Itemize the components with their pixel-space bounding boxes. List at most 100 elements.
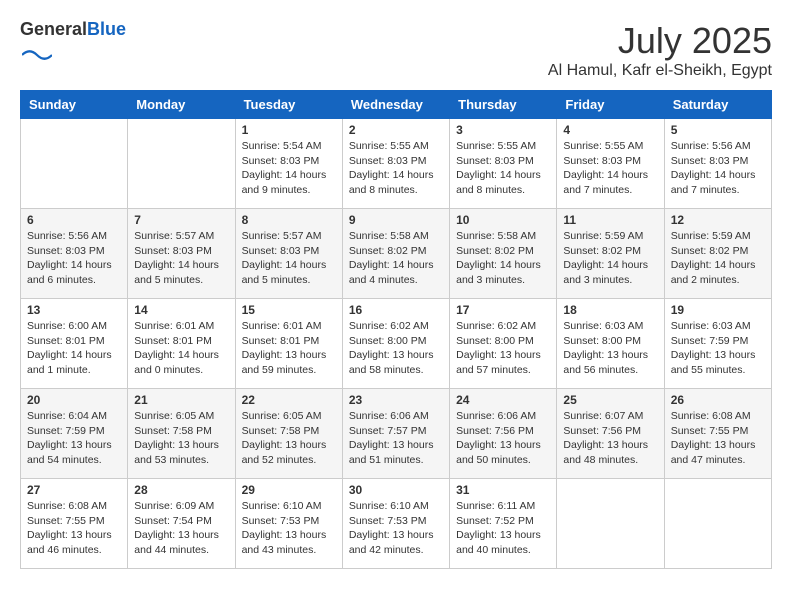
- day-number: 21: [134, 393, 228, 407]
- calendar-cell: 17 Sunrise: 6:02 AM Sunset: 8:00 PM Dayl…: [450, 299, 557, 389]
- day-number: 8: [242, 213, 336, 227]
- calendar-cell: 2 Sunrise: 5:55 AM Sunset: 8:03 PM Dayli…: [342, 119, 449, 209]
- day-number: 28: [134, 483, 228, 497]
- calendar-cell: 1 Sunrise: 5:54 AM Sunset: 8:03 PM Dayli…: [235, 119, 342, 209]
- day-info: Sunrise: 6:05 AM Sunset: 7:58 PM Dayligh…: [134, 409, 228, 468]
- day-number: 25: [563, 393, 657, 407]
- col-tuesday: Tuesday: [235, 91, 342, 119]
- calendar-cell: 8 Sunrise: 5:57 AM Sunset: 8:03 PM Dayli…: [235, 209, 342, 299]
- col-thursday: Thursday: [450, 91, 557, 119]
- day-info: Sunrise: 6:02 AM Sunset: 8:00 PM Dayligh…: [349, 319, 443, 378]
- day-number: 24: [456, 393, 550, 407]
- day-info: Sunrise: 6:10 AM Sunset: 7:53 PM Dayligh…: [349, 499, 443, 558]
- day-info: Sunrise: 5:56 AM Sunset: 8:03 PM Dayligh…: [27, 229, 121, 288]
- day-info: Sunrise: 5:59 AM Sunset: 8:02 PM Dayligh…: [671, 229, 765, 288]
- day-number: 22: [242, 393, 336, 407]
- day-info: Sunrise: 5:55 AM Sunset: 8:03 PM Dayligh…: [349, 139, 443, 198]
- calendar-body: 1 Sunrise: 5:54 AM Sunset: 8:03 PM Dayli…: [21, 119, 772, 569]
- day-number: 9: [349, 213, 443, 227]
- calendar-cell: 3 Sunrise: 5:55 AM Sunset: 8:03 PM Dayli…: [450, 119, 557, 209]
- calendar-cell: 11 Sunrise: 5:59 AM Sunset: 8:02 PM Dayl…: [557, 209, 664, 299]
- calendar-cell: 24 Sunrise: 6:06 AM Sunset: 7:56 PM Dayl…: [450, 389, 557, 479]
- day-number: 29: [242, 483, 336, 497]
- col-sunday: Sunday: [21, 91, 128, 119]
- calendar-cell: [664, 479, 771, 569]
- calendar-cell: 12 Sunrise: 5:59 AM Sunset: 8:02 PM Dayl…: [664, 209, 771, 299]
- calendar-cell: 27 Sunrise: 6:08 AM Sunset: 7:55 PM Dayl…: [21, 479, 128, 569]
- day-info: Sunrise: 5:56 AM Sunset: 8:03 PM Dayligh…: [671, 139, 765, 198]
- calendar-cell: 28 Sunrise: 6:09 AM Sunset: 7:54 PM Dayl…: [128, 479, 235, 569]
- day-info: Sunrise: 6:10 AM Sunset: 7:53 PM Dayligh…: [242, 499, 336, 558]
- logo-general-text: General: [20, 19, 87, 39]
- day-number: 5: [671, 123, 765, 137]
- day-number: 31: [456, 483, 550, 497]
- day-info: Sunrise: 6:05 AM Sunset: 7:58 PM Dayligh…: [242, 409, 336, 468]
- title-block: July 2025 Al Hamul, Kafr el-Sheikh, Egyp…: [548, 20, 772, 80]
- day-number: 30: [349, 483, 443, 497]
- month-title: July 2025: [548, 20, 772, 62]
- day-number: 15: [242, 303, 336, 317]
- day-number: 1: [242, 123, 336, 137]
- calendar-cell: 16 Sunrise: 6:02 AM Sunset: 8:00 PM Dayl…: [342, 299, 449, 389]
- day-info: Sunrise: 5:59 AM Sunset: 8:02 PM Dayligh…: [563, 229, 657, 288]
- calendar-cell: 18 Sunrise: 6:03 AM Sunset: 8:00 PM Dayl…: [557, 299, 664, 389]
- calendar-cell: 25 Sunrise: 6:07 AM Sunset: 7:56 PM Dayl…: [557, 389, 664, 479]
- logo-blue-text: Blue: [87, 19, 126, 39]
- day-number: 19: [671, 303, 765, 317]
- day-number: 13: [27, 303, 121, 317]
- day-number: 11: [563, 213, 657, 227]
- page-header: GeneralBlue July 2025 Al Hamul, Kafr el-…: [20, 20, 772, 80]
- day-info: Sunrise: 6:00 AM Sunset: 8:01 PM Dayligh…: [27, 319, 121, 378]
- day-info: Sunrise: 6:08 AM Sunset: 7:55 PM Dayligh…: [671, 409, 765, 468]
- day-info: Sunrise: 5:54 AM Sunset: 8:03 PM Dayligh…: [242, 139, 336, 198]
- calendar-cell: 9 Sunrise: 5:58 AM Sunset: 8:02 PM Dayli…: [342, 209, 449, 299]
- day-number: 2: [349, 123, 443, 137]
- col-monday: Monday: [128, 91, 235, 119]
- day-number: 14: [134, 303, 228, 317]
- day-number: 16: [349, 303, 443, 317]
- calendar-cell: [557, 479, 664, 569]
- calendar-cell: 21 Sunrise: 6:05 AM Sunset: 7:58 PM Dayl…: [128, 389, 235, 479]
- day-info: Sunrise: 6:04 AM Sunset: 7:59 PM Dayligh…: [27, 409, 121, 468]
- day-info: Sunrise: 5:57 AM Sunset: 8:03 PM Dayligh…: [242, 229, 336, 288]
- day-number: 20: [27, 393, 121, 407]
- logo-icon: [22, 40, 52, 70]
- calendar-cell: 20 Sunrise: 6:04 AM Sunset: 7:59 PM Dayl…: [21, 389, 128, 479]
- day-number: 17: [456, 303, 550, 317]
- day-info: Sunrise: 6:02 AM Sunset: 8:00 PM Dayligh…: [456, 319, 550, 378]
- day-number: 3: [456, 123, 550, 137]
- calendar-cell: 4 Sunrise: 5:55 AM Sunset: 8:03 PM Dayli…: [557, 119, 664, 209]
- day-info: Sunrise: 6:08 AM Sunset: 7:55 PM Dayligh…: [27, 499, 121, 558]
- calendar-cell: [21, 119, 128, 209]
- calendar-table: Sunday Monday Tuesday Wednesday Thursday…: [20, 90, 772, 569]
- day-info: Sunrise: 6:01 AM Sunset: 8:01 PM Dayligh…: [242, 319, 336, 378]
- location-title: Al Hamul, Kafr el-Sheikh, Egypt: [548, 62, 772, 80]
- calendar-cell: 15 Sunrise: 6:01 AM Sunset: 8:01 PM Dayl…: [235, 299, 342, 389]
- calendar-cell: 26 Sunrise: 6:08 AM Sunset: 7:55 PM Dayl…: [664, 389, 771, 479]
- col-friday: Friday: [557, 91, 664, 119]
- day-number: 4: [563, 123, 657, 137]
- day-info: Sunrise: 5:57 AM Sunset: 8:03 PM Dayligh…: [134, 229, 228, 288]
- day-info: Sunrise: 6:09 AM Sunset: 7:54 PM Dayligh…: [134, 499, 228, 558]
- calendar-cell: 23 Sunrise: 6:06 AM Sunset: 7:57 PM Dayl…: [342, 389, 449, 479]
- day-number: 10: [456, 213, 550, 227]
- day-info: Sunrise: 6:07 AM Sunset: 7:56 PM Dayligh…: [563, 409, 657, 468]
- day-info: Sunrise: 6:11 AM Sunset: 7:52 PM Dayligh…: [456, 499, 550, 558]
- day-number: 18: [563, 303, 657, 317]
- day-info: Sunrise: 6:01 AM Sunset: 8:01 PM Dayligh…: [134, 319, 228, 378]
- day-info: Sunrise: 6:06 AM Sunset: 7:56 PM Dayligh…: [456, 409, 550, 468]
- day-info: Sunrise: 5:58 AM Sunset: 8:02 PM Dayligh…: [456, 229, 550, 288]
- day-number: 6: [27, 213, 121, 227]
- day-number: 23: [349, 393, 443, 407]
- col-wednesday: Wednesday: [342, 91, 449, 119]
- calendar-cell: 29 Sunrise: 6:10 AM Sunset: 7:53 PM Dayl…: [235, 479, 342, 569]
- calendar-header: Sunday Monday Tuesday Wednesday Thursday…: [21, 91, 772, 119]
- calendar-cell: 6 Sunrise: 5:56 AM Sunset: 8:03 PM Dayli…: [21, 209, 128, 299]
- day-info: Sunrise: 6:03 AM Sunset: 7:59 PM Dayligh…: [671, 319, 765, 378]
- day-info: Sunrise: 5:58 AM Sunset: 8:02 PM Dayligh…: [349, 229, 443, 288]
- calendar-cell: 13 Sunrise: 6:00 AM Sunset: 8:01 PM Dayl…: [21, 299, 128, 389]
- calendar-cell: 22 Sunrise: 6:05 AM Sunset: 7:58 PM Dayl…: [235, 389, 342, 479]
- calendar-cell: [128, 119, 235, 209]
- calendar-cell: 14 Sunrise: 6:01 AM Sunset: 8:01 PM Dayl…: [128, 299, 235, 389]
- calendar-cell: 5 Sunrise: 5:56 AM Sunset: 8:03 PM Dayli…: [664, 119, 771, 209]
